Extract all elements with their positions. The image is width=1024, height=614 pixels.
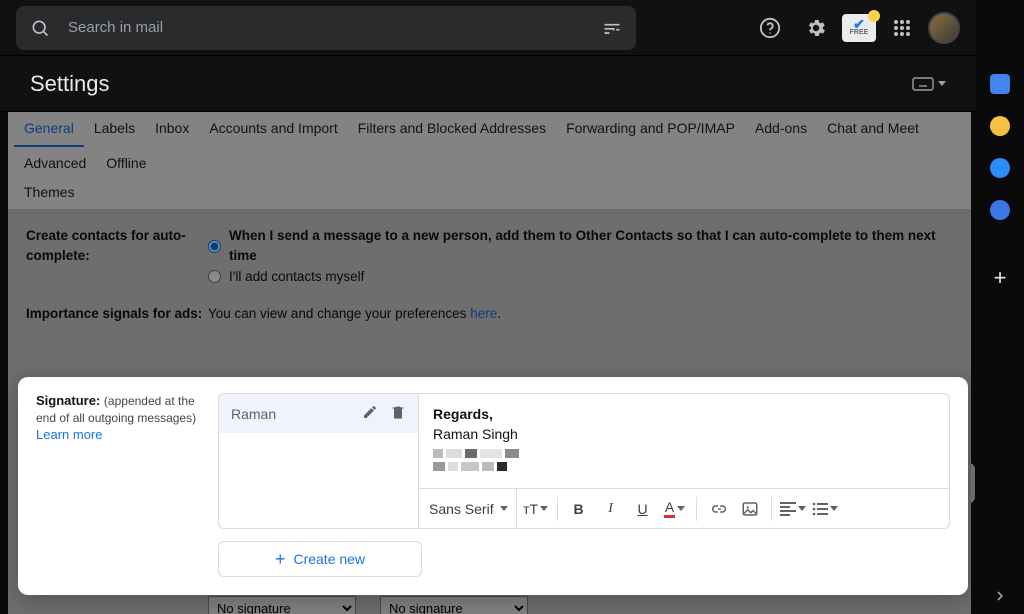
signature-spotlight: Signature: (appended at the end of all o… — [18, 377, 968, 595]
signature-content[interactable]: Regards, Raman Singh — [419, 394, 949, 488]
redacted-line-2 — [433, 462, 935, 471]
signature-toolbar: Sans Serif тT B I U A — [419, 488, 949, 528]
contacts-app-icon[interactable] — [990, 200, 1010, 220]
font-select[interactable]: Sans Serif — [429, 489, 517, 528]
search-input[interactable] — [68, 19, 584, 36]
tab-advanced[interactable]: Advanced — [14, 147, 96, 180]
signature-list: Raman — [219, 394, 419, 528]
settings-header: Settings — [0, 56, 976, 112]
tab-themes[interactable]: Themes — [14, 180, 965, 209]
contacts-opt-auto[interactable]: When I send a message to a new person, a… — [208, 226, 953, 267]
align-button[interactable] — [780, 495, 806, 523]
sig-line2: Raman Singh — [433, 426, 518, 442]
underline-button[interactable]: U — [630, 495, 656, 523]
image-icon[interactable] — [737, 495, 763, 523]
importance-link[interactable]: here — [470, 306, 497, 321]
contacts-opt-auto-radio[interactable] — [208, 240, 221, 253]
signature-editor: Raman Regards, R — [218, 393, 950, 529]
tab-accounts[interactable]: Accounts and Import — [199, 112, 347, 147]
plus-icon: + — [275, 552, 286, 566]
tab-inbox[interactable]: Inbox — [145, 112, 199, 147]
delete-icon[interactable] — [390, 404, 406, 423]
tab-filters[interactable]: Filters and Blocked Addresses — [348, 112, 556, 147]
top-bar: ✔FREE — [0, 0, 976, 56]
tab-chat[interactable]: Chat and Meet — [817, 112, 929, 147]
search-box[interactable] — [16, 6, 636, 50]
create-new-signature-button[interactable]: + Create new — [218, 541, 422, 577]
input-tools-selector[interactable] — [912, 77, 946, 91]
redacted-line-1 — [433, 449, 935, 458]
tab-addons[interactable]: Add-ons — [745, 112, 817, 147]
sig-line1: Regards, — [433, 406, 493, 422]
tab-labels[interactable]: Labels — [84, 112, 145, 147]
tab-general[interactable]: General — [14, 112, 84, 147]
contacts-opt-manual-radio[interactable] — [208, 270, 221, 283]
signature-label: Signature: — [36, 393, 100, 408]
importance-text: You can view and change your preferences — [208, 306, 470, 321]
for-new-select[interactable]: No signature — [208, 596, 356, 614]
tune-icon[interactable] — [600, 16, 624, 40]
create-contacts-label: Create contacts for auto-complete: — [26, 226, 208, 287]
tab-offline[interactable]: Offline — [96, 147, 156, 180]
signature-learn-more[interactable]: Learn more — [36, 427, 102, 442]
top-right-actions: ✔FREE — [750, 8, 960, 48]
side-panel: + — [976, 56, 1024, 614]
contacts-opt-manual[interactable]: I'll add contacts myself — [208, 267, 953, 287]
row-importance: Importance signals for ads: You can view… — [8, 295, 971, 332]
settings-tabs: General Labels Inbox Accounts and Import… — [8, 112, 971, 210]
importance-label: Importance signals for ads: — [26, 304, 208, 324]
tasks-app-icon[interactable] — [990, 158, 1010, 178]
extension-badge[interactable]: ✔FREE — [842, 14, 876, 42]
tab-forwarding[interactable]: Forwarding and POP/IMAP — [556, 112, 745, 147]
avatar[interactable] — [928, 12, 960, 44]
page-title: Settings — [30, 71, 110, 97]
font-size-button[interactable]: тT — [523, 495, 549, 523]
signature-item-name: Raman — [231, 406, 276, 422]
italic-button[interactable]: I — [598, 495, 624, 523]
apps-grid-icon[interactable] — [882, 8, 922, 48]
edit-icon[interactable] — [362, 404, 378, 423]
for-reply-select[interactable]: No signature — [380, 596, 528, 614]
collapse-panel-icon[interactable] — [995, 588, 1005, 606]
gear-icon[interactable] — [796, 8, 836, 48]
keep-app-icon[interactable] — [990, 116, 1010, 136]
bold-button[interactable]: B — [566, 495, 592, 523]
settings-panel: General Labels Inbox Accounts and Import… — [8, 112, 971, 614]
link-icon[interactable] — [705, 495, 731, 523]
help-icon[interactable] — [750, 8, 790, 48]
list-button[interactable] — [812, 495, 838, 523]
search-icon — [28, 16, 52, 40]
signature-list-item[interactable]: Raman — [219, 394, 418, 433]
row-create-contacts: Create contacts for auto-complete: When … — [8, 218, 971, 295]
calendar-app-icon[interactable] — [990, 74, 1010, 94]
add-app-icon[interactable]: + — [990, 268, 1010, 288]
text-color-button[interactable]: A — [662, 495, 688, 523]
